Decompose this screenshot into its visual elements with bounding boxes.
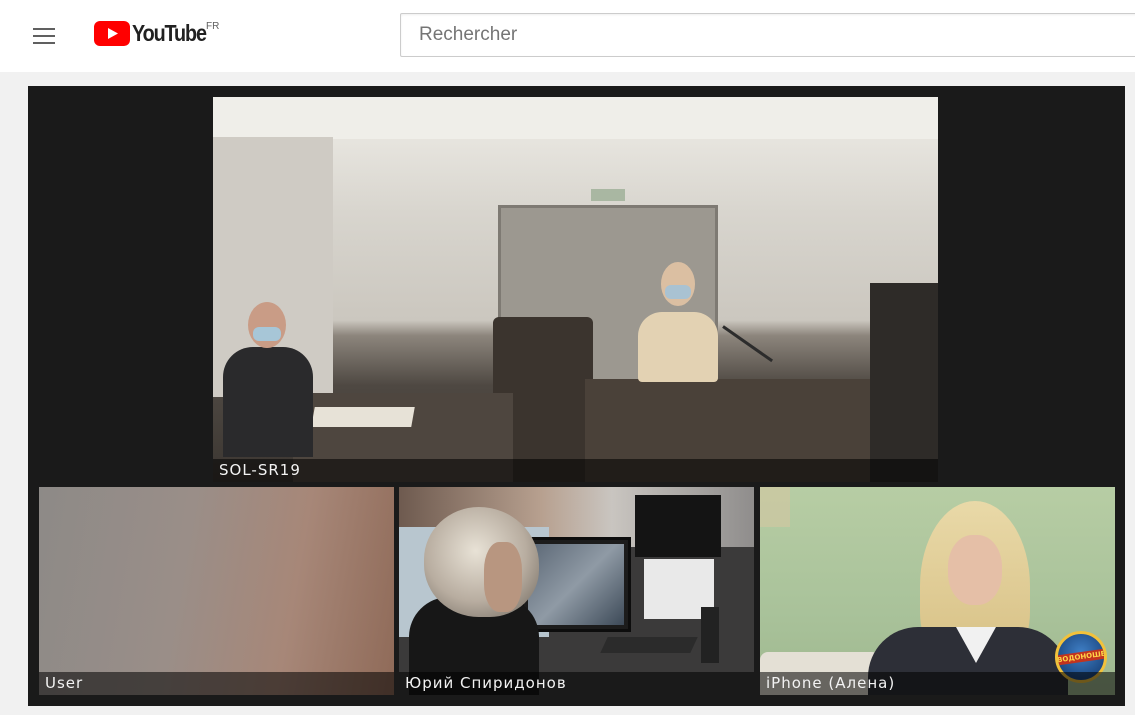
scene-ceiling	[213, 97, 938, 139]
menu-bar	[33, 28, 55, 30]
youtube-logo[interactable]: YouTube FR	[94, 20, 220, 51]
channel-watermark-text: ВОДОНОШЕ	[1058, 648, 1104, 666]
participant-label: User	[39, 672, 394, 695]
exit-sign	[591, 189, 625, 201]
hamburger-menu-icon[interactable]	[25, 20, 65, 52]
scene-monitor-2	[635, 495, 721, 557]
participant-face	[484, 542, 522, 612]
logo-wordmark: YouTube	[132, 20, 207, 46]
monitor-screen	[528, 544, 624, 625]
scene-speaker	[701, 607, 719, 663]
video-player[interactable]: SOL-SR19 User Юрий Спиридонов ВОДОНОШЕ i…	[28, 86, 1125, 706]
player-container: SOL-SR19 User Юрий Спиридонов ВОДОНОШЕ i…	[0, 72, 1135, 715]
scene-keyboard	[600, 637, 698, 653]
youtube-play-icon	[94, 21, 130, 46]
video-tile-main: SOL-SR19	[213, 97, 938, 482]
participant-label: SOL-SR19	[213, 459, 938, 482]
speaker-mask	[665, 285, 691, 299]
speaker-head	[661, 262, 695, 306]
seated-figure-head	[248, 302, 286, 348]
video-tile-yuri: Юрий Спиридонов	[399, 487, 754, 695]
scene-lamp	[760, 487, 790, 527]
search-input[interactable]	[401, 14, 1135, 56]
region-code: FR	[206, 21, 220, 32]
speaker-figure	[638, 312, 718, 382]
scene-cabinet	[870, 283, 938, 482]
scene-papers	[311, 407, 415, 427]
menu-bar	[33, 42, 55, 44]
video-tile-user: User	[39, 487, 394, 695]
seated-figure-mask	[253, 327, 281, 341]
seated-figure	[223, 347, 313, 457]
masthead: YouTube FR	[0, 0, 1135, 72]
participant-face	[948, 535, 1002, 605]
participant-hair	[424, 507, 539, 617]
video-tile-alena: ВОДОНОШЕ iPhone (Алена)	[760, 487, 1115, 695]
participant-label: iPhone (Алена)	[760, 672, 1115, 695]
search-box[interactable]	[400, 13, 1135, 57]
microphone	[722, 325, 774, 363]
participant-label: Юрий Спиридонов	[399, 672, 754, 695]
menu-bar	[33, 35, 55, 37]
